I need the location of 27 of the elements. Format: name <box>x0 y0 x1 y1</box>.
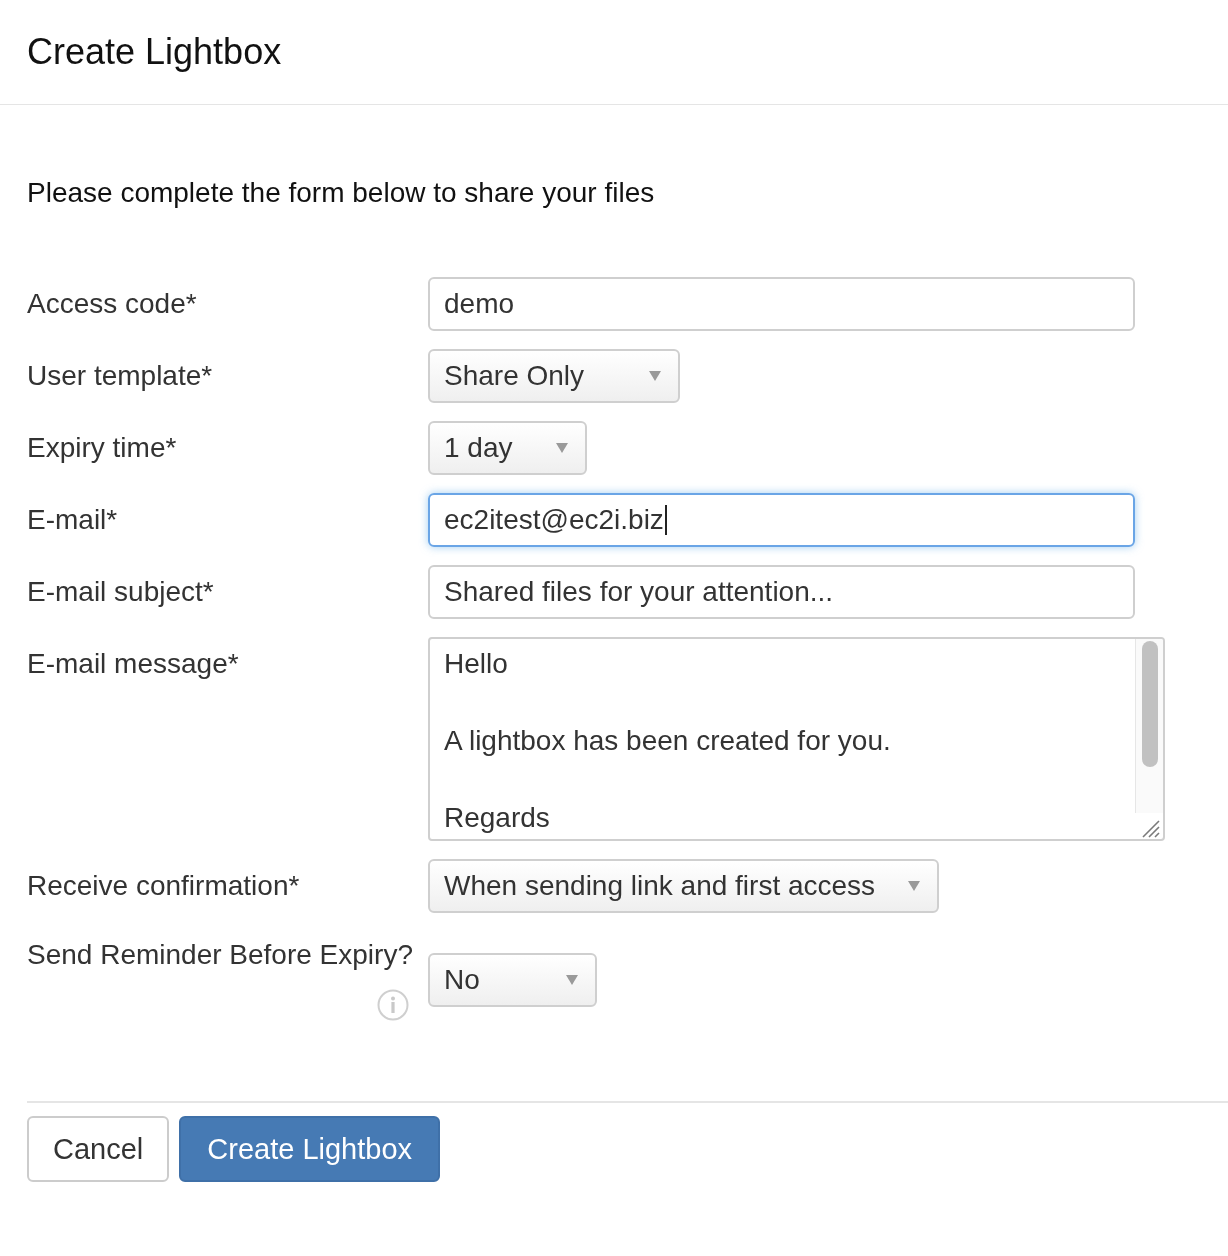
field-label: Expiry time* <box>27 431 177 465</box>
field-label: Access code* <box>27 287 197 321</box>
dropdown[interactable]: 1 day <box>428 421 587 475</box>
caret-icon <box>556 443 568 453</box>
dropdown[interactable]: Share Only <box>428 349 680 403</box>
intro-text: Please complete the form below to share your files <box>27 176 655 210</box>
caret-icon <box>566 975 578 985</box>
scrollbar-thumb[interactable] <box>1141 641 1158 767</box>
cancel-button[interactable]: Cancel <box>27 1116 170 1182</box>
input-field[interactable]: ec2itest@ec2i.biz <box>428 493 1135 547</box>
field-label: Send Reminder Before Expiry? <box>27 938 413 972</box>
input-field[interactable]: demo <box>428 277 1135 331</box>
create-lightbox-button[interactable]: Create Lightbox <box>179 1116 441 1182</box>
text-cursor <box>664 505 667 535</box>
input-field[interactable]: Shared files for your attention... <box>428 565 1135 619</box>
field-label: Receive confirmation* <box>27 869 300 903</box>
scrollbar[interactable] <box>1135 639 1163 813</box>
caret-icon <box>908 881 920 891</box>
dialog-title: Create Lightbox <box>27 30 282 74</box>
message-field[interactable]: Hello A lightbox has been created for you. Regards <box>428 637 1165 841</box>
field-label: E-mail message* <box>27 647 239 681</box>
field-label: User template* <box>27 359 213 393</box>
field-label: E-mail* <box>27 503 118 537</box>
dropdown[interactable]: No <box>428 953 597 1007</box>
field-label: E-mail subject* <box>27 575 214 609</box>
dropdown[interactable]: When sending link and first access <box>428 859 939 913</box>
caret-icon <box>649 371 661 381</box>
